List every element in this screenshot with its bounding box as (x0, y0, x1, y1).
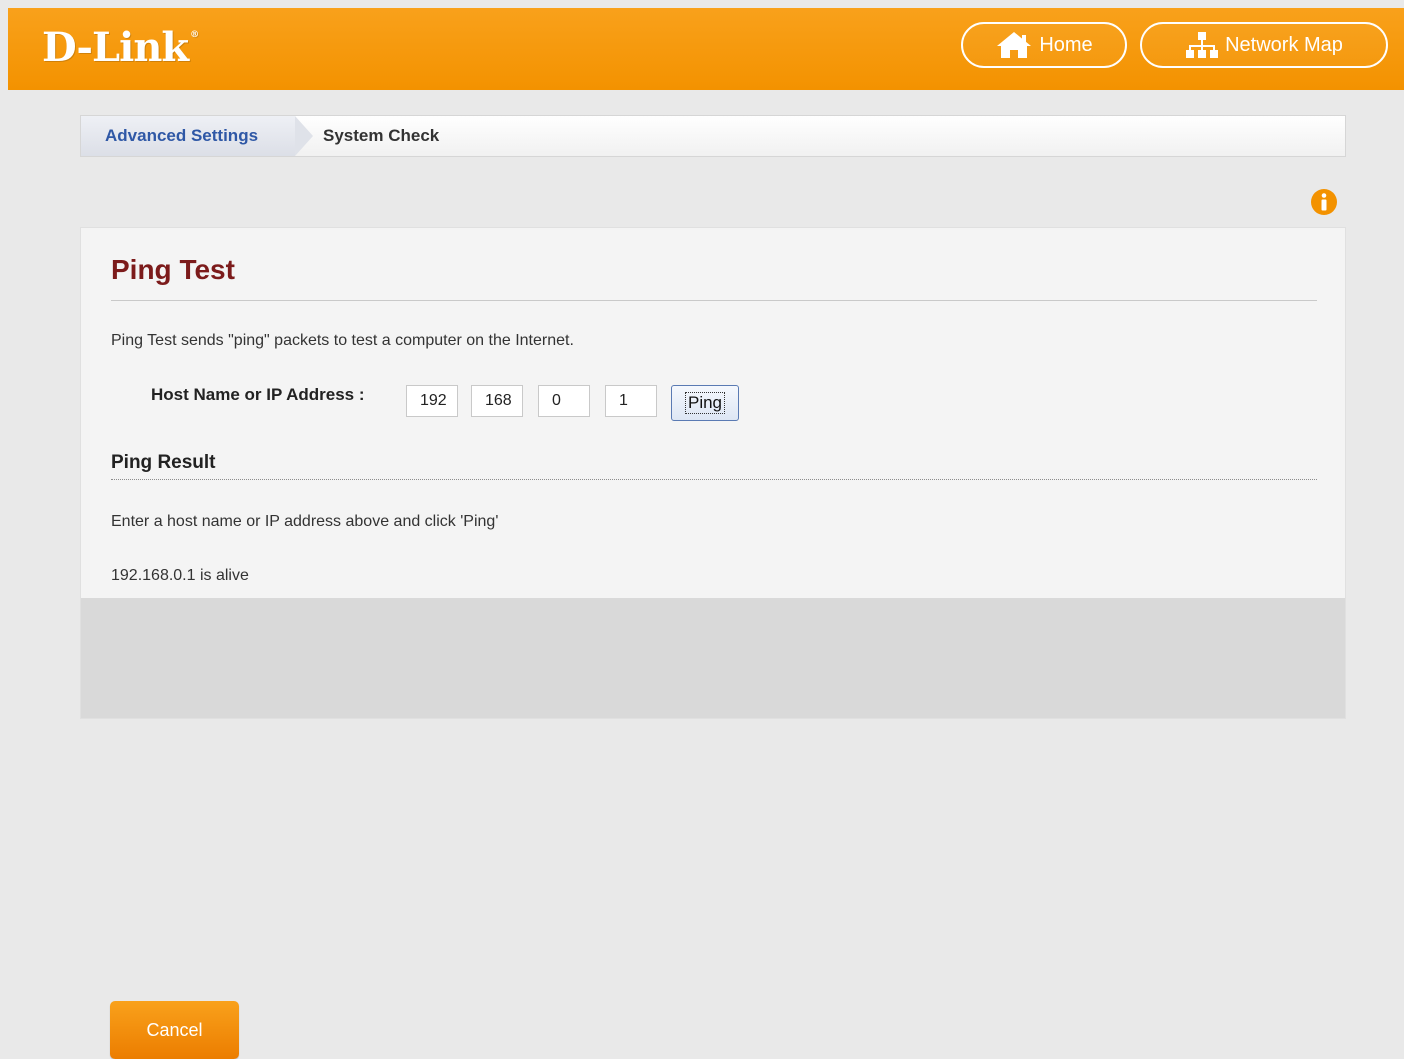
ip-octet-2-input[interactable]: 168 (471, 385, 523, 417)
cancel-button[interactable]: Cancel (110, 1001, 239, 1059)
ping-button[interactable]: Ping (671, 385, 739, 421)
breadcrumb-separator (295, 116, 313, 156)
home-button[interactable]: Home (961, 22, 1127, 68)
top-bar: D-Link ® Home Network Map (8, 8, 1404, 90)
ping-result-hint: Enter a host name or IP address above an… (111, 513, 499, 530)
page-title: Ping Test (111, 254, 235, 285)
ping-description: Ping Test sends "ping" packets to test a… (111, 332, 574, 349)
host-label: Host Name or IP Address : (151, 385, 365, 404)
panel-footer: Cancel (81, 598, 1345, 1059)
ip-octet-1-input[interactable]: 192 (406, 385, 458, 417)
result-divider (111, 479, 1317, 480)
network-map-icon (1185, 30, 1219, 60)
ip-octet-4-input[interactable]: 1 (605, 385, 657, 417)
ping-result-title: Ping Result (111, 452, 216, 473)
dlink-logo: D-Link ® (42, 24, 199, 71)
ip-octet-3-input[interactable]: 0 (538, 385, 590, 417)
ping-test-panel: Ping Test Ping Test sends "ping" packets… (80, 227, 1346, 1059)
info-icon[interactable] (1310, 188, 1338, 216)
breadcrumb-system-check: System Check (323, 126, 440, 145)
title-divider (111, 300, 1317, 301)
home-icon (995, 30, 1033, 60)
home-label: Home (1039, 33, 1093, 56)
ping-result-status: 192.168.0.1 is alive (111, 567, 249, 584)
breadcrumb: Advanced Settings System Check (80, 115, 1346, 157)
network-map-button[interactable]: Network Map (1140, 22, 1388, 68)
breadcrumb-advanced-settings[interactable]: Advanced Settings (81, 116, 295, 156)
network-map-label: Network Map (1225, 33, 1343, 56)
